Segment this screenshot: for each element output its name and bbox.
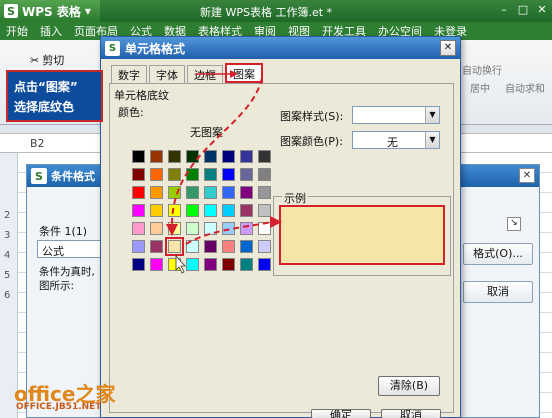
mouse-cursor-icon (175, 254, 186, 274)
site-watermark-url: OFFICE.JB51.NET (16, 402, 102, 412)
callout-line: 选择底纹色 (14, 100, 75, 114)
arrow-to-swatch (170, 77, 263, 229)
arrowhead (166, 224, 178, 236)
arrow-to-sample (185, 221, 273, 245)
arrowhead (270, 216, 282, 228)
callout-line: 点击“图案” (14, 80, 78, 94)
arrowhead (230, 70, 238, 78)
annotation-arrows (166, 70, 282, 274)
instruction-callout: 点击“图案” 选择底纹色 (6, 70, 103, 122)
